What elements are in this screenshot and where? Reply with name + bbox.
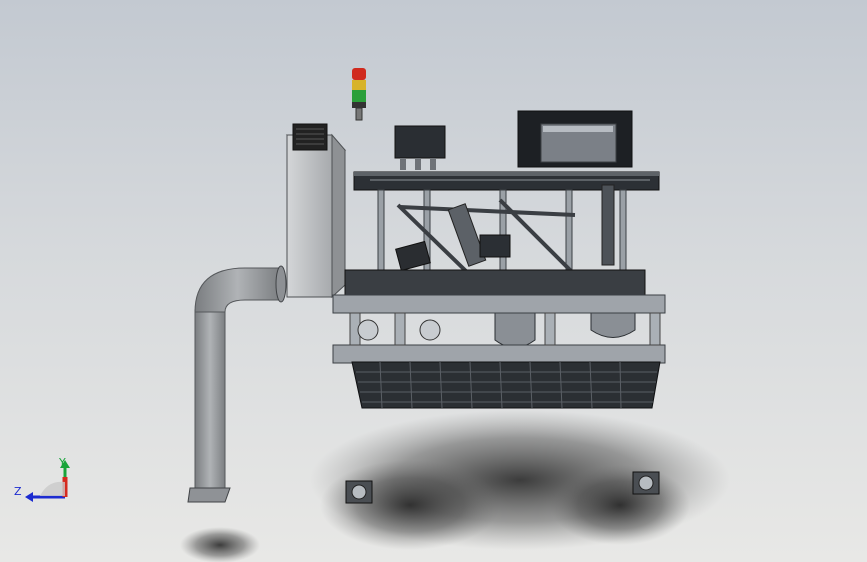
conveyor-grid[interactable] (351, 361, 661, 409)
y-axis-label: Y (59, 456, 66, 469)
signal-tower-light[interactable] (352, 68, 366, 121)
coordinate-triad: Z Y (10, 452, 80, 512)
hmi-monitor[interactable] (517, 110, 633, 168)
z-axis-label: Z (14, 485, 22, 498)
machine-assembly-model[interactable] (0, 0, 867, 562)
vision-camera-box[interactable] (394, 125, 446, 170)
cad-viewport[interactable]: Z Y (0, 0, 867, 562)
exhaust-duct[interactable] (187, 265, 287, 503)
leveling-foot-right[interactable] (632, 471, 660, 495)
control-cabinet[interactable] (285, 123, 347, 299)
leveling-foot-left[interactable] (345, 480, 373, 504)
triad-plane-icon (40, 481, 65, 496)
cabinet-fan-grille (292, 123, 328, 151)
robot-arm-right[interactable] (601, 184, 615, 266)
